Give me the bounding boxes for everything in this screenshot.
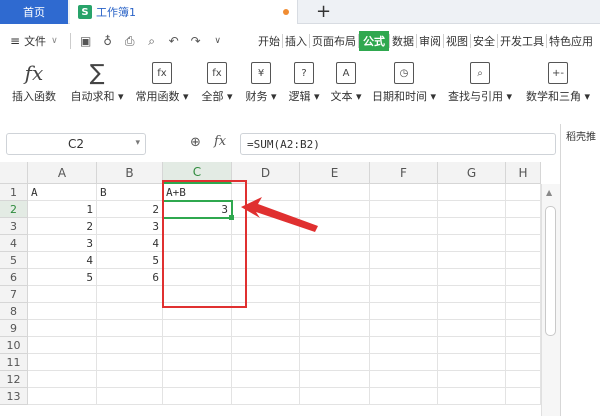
annotation-arrow-icon <box>241 197 318 232</box>
annotation-overlay <box>241 197 318 232</box>
